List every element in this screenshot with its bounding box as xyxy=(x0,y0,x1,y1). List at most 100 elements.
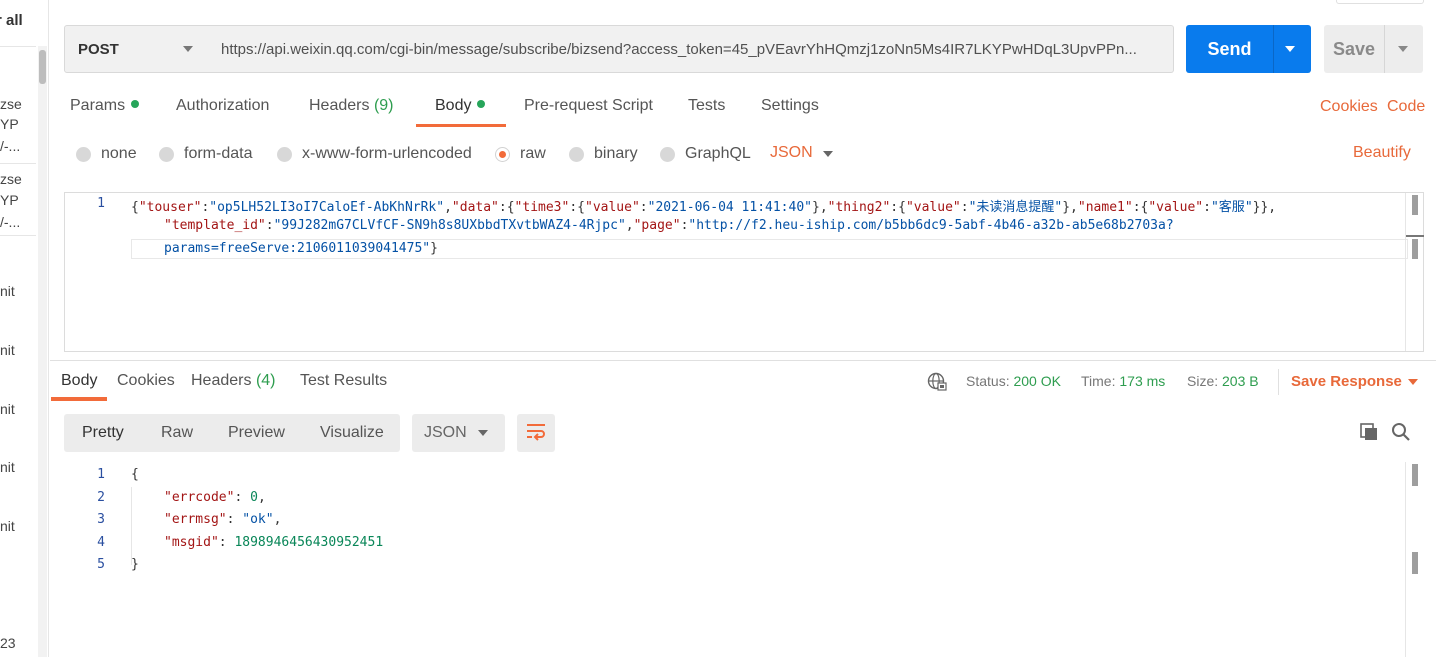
tab-headers[interactable]: Headers (9) xyxy=(309,97,394,129)
sidebar-scroll-thumb[interactable] xyxy=(39,50,46,84)
view-all-link[interactable]: r all xyxy=(0,12,23,29)
radio-circle[interactable] xyxy=(76,146,91,162)
line-number: 3 xyxy=(97,512,105,527)
beautify-link[interactable]: Beautify xyxy=(1353,144,1411,162)
save-label: Save xyxy=(1332,38,1376,59)
radio-circle[interactable] xyxy=(159,146,174,162)
caret-down-icon[interactable] xyxy=(1398,46,1408,52)
msgid-value: 1898946456430952451 xyxy=(234,535,384,550)
time-value[interactable]: 173 ms xyxy=(1119,373,1165,389)
sidebar-item-line: zse xyxy=(0,171,22,187)
tab-params[interactable]: Params xyxy=(70,97,140,129)
radio-binary[interactable]: binary xyxy=(569,143,638,165)
search-icon[interactable] xyxy=(1389,420,1413,444)
view-visualize-button[interactable]: Visualize xyxy=(320,414,384,452)
scroll-position xyxy=(1406,235,1424,237)
caret-down-icon[interactable] xyxy=(823,151,833,157)
body-indicator-dot xyxy=(477,100,486,108)
response-format-select[interactable]: JSON xyxy=(412,414,505,452)
radio-circle[interactable] xyxy=(660,146,675,162)
page-value-cont: params=freeServe:2106011039041475 xyxy=(164,241,423,256)
code-link[interactable]: Code xyxy=(1387,98,1425,116)
request-body-editor[interactable] xyxy=(64,192,1424,352)
meta-divider xyxy=(1278,369,1279,395)
sidebar-scrollbar[interactable] xyxy=(38,46,47,657)
code-line: "errcode": 0, xyxy=(164,490,266,505)
touser-value: op5LH52LI3oI7CaloEf-AbKhNrRk xyxy=(217,200,437,215)
size-readout: Size: 203 B xyxy=(1187,373,1259,389)
caret-down-icon xyxy=(478,430,488,436)
sidebar-fragment[interactable]: nit xyxy=(0,401,15,417)
sidebar-fragment[interactable]: nit xyxy=(0,342,15,358)
response-scrollbar[interactable] xyxy=(1405,462,1423,657)
send-button[interactable]: Send xyxy=(1186,25,1311,73)
sidebar-divider xyxy=(0,163,36,164)
radio-urlencoded-label: x-www-form-urlencoded xyxy=(302,145,472,162)
radio-circle[interactable] xyxy=(277,146,292,162)
resp-tab-body[interactable]: Body xyxy=(61,372,97,390)
time-label: Time: xyxy=(1081,373,1116,389)
tab-tests[interactable]: Tests xyxy=(688,97,725,129)
radio-circle[interactable] xyxy=(569,146,584,162)
line-number: 2 xyxy=(97,490,105,505)
view-pretty-button[interactable]: Pretty xyxy=(82,414,124,452)
send-label: Send xyxy=(1207,38,1252,59)
resp-tab-headers[interactable]: Headers (4) xyxy=(191,372,276,390)
sidebar-item-line: YP xyxy=(0,116,19,132)
method-select[interactable]: POST xyxy=(64,25,208,73)
radio-none[interactable]: none xyxy=(76,143,137,165)
view-mode-group: Pretty Raw Preview Visualize xyxy=(64,414,400,452)
code-line: { xyxy=(131,467,139,482)
view-preview-button[interactable]: Preview xyxy=(228,414,285,452)
sidebar-item-line: zse xyxy=(0,96,22,112)
tab-body-label: Body xyxy=(435,97,472,114)
line-number: 1 xyxy=(97,467,105,482)
save-button[interactable]: Save xyxy=(1324,25,1423,73)
resp-tab-headers-label: Headers xyxy=(191,372,252,389)
sidebar-fragment[interactable]: nit xyxy=(0,283,15,299)
radio-graphql[interactable]: GraphQL xyxy=(660,143,751,165)
code-line: {"touser":"op5LH52LI3oI7CaloEf-AbKhNrRk"… xyxy=(131,200,1277,215)
tab-settings[interactable]: Settings xyxy=(761,97,819,129)
active-tab-underline xyxy=(416,124,506,127)
line-number: 4 xyxy=(97,535,105,550)
headers-count: (9) xyxy=(373,97,394,114)
save-divider xyxy=(1384,25,1385,73)
code-line: params=freeServe:2106011039041475"} xyxy=(164,241,438,256)
cookies-link[interactable]: Cookies xyxy=(1320,98,1378,116)
tab-authorization[interactable]: Authorization xyxy=(176,97,269,129)
editor-scrollbar[interactable] xyxy=(1405,193,1424,351)
caret-down-icon[interactable] xyxy=(1285,46,1295,52)
radio-raw[interactable]: raw xyxy=(495,143,546,165)
radio-circle-selected[interactable] xyxy=(495,146,510,162)
sidebar-fragment[interactable]: nit xyxy=(0,518,15,534)
line-number: 5 xyxy=(97,557,105,572)
scroll-marker xyxy=(1412,552,1418,574)
code-line: } xyxy=(131,557,139,572)
body-format-select[interactable]: JSON xyxy=(770,144,813,162)
scroll-marker xyxy=(1412,195,1418,215)
scroll-marker xyxy=(1412,239,1418,259)
radio-form-data[interactable]: form-data xyxy=(159,143,252,165)
save-response-button[interactable]: Save Response xyxy=(1291,373,1402,390)
sidebar-divider xyxy=(0,235,36,236)
sidebar-item-line: /-... xyxy=(0,214,21,230)
caret-down-icon[interactable] xyxy=(1408,379,1418,385)
globe-icon[interactable] xyxy=(927,372,947,397)
code-line: "errmsg": "ok", xyxy=(164,512,282,527)
url-input[interactable]: https://api.weixin.qq.com/cgi-bin/messag… xyxy=(207,25,1174,73)
view-raw-button[interactable]: Raw xyxy=(161,414,193,452)
wrap-lines-icon xyxy=(525,421,547,446)
wrap-lines-button[interactable] xyxy=(517,414,555,452)
errcode-value: 0 xyxy=(250,490,258,505)
radio-urlencoded[interactable]: x-www-form-urlencoded xyxy=(277,143,472,165)
copy-icon[interactable] xyxy=(1357,420,1381,444)
name1-value: 客服 xyxy=(1218,200,1245,215)
status-value[interactable]: 200 OK xyxy=(1013,373,1060,389)
resp-tab-test-results[interactable]: Test Results xyxy=(300,372,387,390)
radio-raw-label: raw xyxy=(520,145,546,162)
tab-pre-request-script[interactable]: Pre-request Script xyxy=(524,97,653,129)
size-value[interactable]: 203 B xyxy=(1222,373,1259,389)
sidebar-fragment[interactable]: nit xyxy=(0,459,15,475)
resp-tab-cookies[interactable]: Cookies xyxy=(117,372,175,390)
